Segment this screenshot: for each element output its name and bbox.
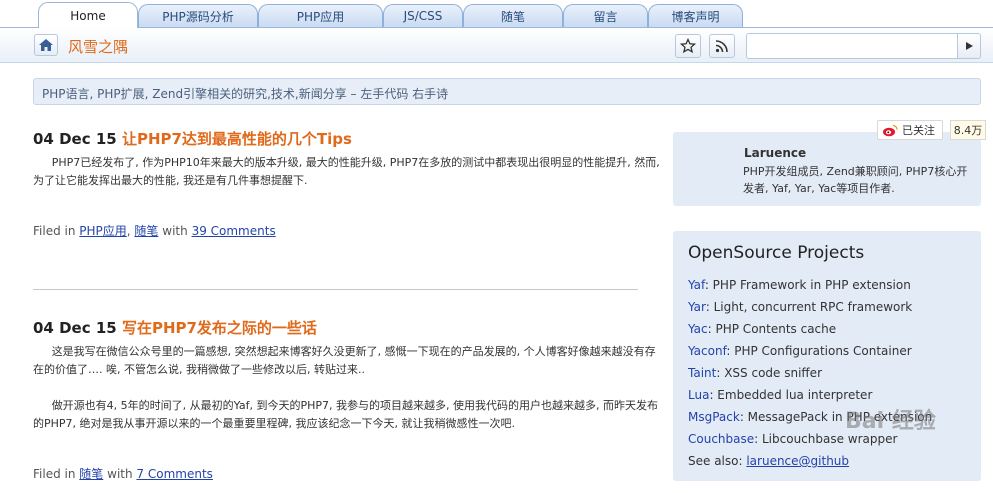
tab-label: PHP应用 [296,9,345,24]
top-nav-tabs: Home PHP源码分析 PHP应用 JS/CSS 随笔 留言 博客声明 [0,0,993,28]
header-bar: 风雪之隅 [0,27,993,63]
list-item: See also: laruence@github [688,450,978,472]
post-excerpt: 这是我写在微信公众号里的一篇感想, 突然想起来博客好久没更新了, 感慨一下现在的… [33,343,663,433]
author-name[interactable]: Laruence [744,146,806,160]
baidu-jingyan-watermark: Bai 经验 [845,409,936,434]
post-divider [33,289,638,290]
search-button[interactable] [957,33,981,59]
tab-label: Home [70,8,106,23]
tab-php-app[interactable]: PHP应用 [258,4,383,27]
bookmark-button[interactable] [675,34,701,58]
tab-blog-statement[interactable]: 博客声明 [648,4,743,27]
category-link[interactable]: 随笔 [134,224,158,238]
project-link[interactable]: Couchbase [688,432,754,446]
comments-link[interactable]: 7 Comments [136,467,213,481]
project-link[interactable]: Yar [688,300,706,314]
project-desc: : PHP Configurations Container [726,344,912,358]
list-item: Yar: Light, concurrent RPC framework [688,296,978,318]
post-title-link[interactable]: 写在PHP7发布之际的一些话 [122,319,317,337]
home-icon [39,39,53,51]
category-link[interactable]: 随笔 [79,467,103,481]
project-link[interactable]: Yaconf [688,344,726,358]
project-list: Yaf: PHP Framework in PHP extension Yar:… [688,274,978,472]
with-label: with [107,467,133,481]
tab-label: 留言 [593,9,618,24]
post-1: 04 Dec 15 让PHP7达到最高性能的几个Tips PHP7已经发布了, … [33,128,663,190]
post-1-meta: Filed in PHP应用, 随笔 with 39 Comments [33,224,276,238]
project-desc: : Embedded lua interpreter [709,388,873,402]
rss-icon [715,40,728,53]
project-desc: : Light, concurrent RPC framework [705,300,913,314]
filed-label: Filed in [33,467,76,481]
post-title-link[interactable]: 让PHP7达到最高性能的几个Tips [122,130,352,148]
star-icon [680,38,696,54]
home-button[interactable] [34,34,58,56]
project-link[interactable]: Taint [688,366,716,380]
site-tagline: PHP语言, PHP扩展, Zend引擎相关的研究,技术,新闻分享 – 左手代码… [33,78,981,105]
category-link[interactable]: PHP应用 [79,224,127,238]
weibo-follow-button[interactable]: 已关注 [877,120,943,140]
filed-label: Filed in [33,224,76,238]
section-title: OpenSource Projects [688,243,865,263]
tab-home[interactable]: Home [38,2,138,28]
list-item: Yac: PHP Contents cache [688,318,978,340]
post-paragraph: PHP7已经发布了, 作为PHP10年来最大的版本升级, 最大的性能升级, PH… [33,156,660,187]
project-desc: : PHP Framework in PHP extension [704,278,911,292]
github-link[interactable]: laruence@github [746,454,849,468]
post-2: 04 Dec 15 写在PHP7发布之际的一些话 这是我写在微信公众号里的一篇感… [33,317,663,433]
tab-label: PHP源码分析 [162,9,234,24]
project-link[interactable]: MsgPack [688,410,740,424]
post-paragraph: 这是我写在微信公众号里的一篇感想, 突然想起来博客好久没更新了, 感慨一下现在的… [33,345,656,376]
weibo-follower-count: 8.4万 [950,120,986,140]
weibo-follow-label: 已关注 [902,124,935,137]
project-link[interactable]: Yaf [688,278,705,292]
site-title[interactable]: 风雪之隅 [68,36,128,57]
tab-guestbook[interactable]: 留言 [563,4,648,27]
author-description: PHP开发组成员, Zend兼职顾问, PHP7核心开发者, Yaf, Yar,… [743,165,968,195]
play-arrow-icon [966,42,973,50]
opensource-projects: OpenSource Projects Yaf: PHP Framework i… [673,231,981,481]
post-title: 04 Dec 15 写在PHP7发布之际的一些话 [33,317,663,338]
rss-button[interactable] [709,34,735,58]
author-profile: Laruence PHP开发组成员, Zend兼职顾问, PHP7核心开发者, … [673,132,981,206]
post-paragraph: 做开源也有4, 5年的时间了, 从最初的Yaf, 到今天的PHP7, 我参与的项… [33,399,658,430]
tab-php-source[interactable]: PHP源码分析 [138,4,258,27]
project-link[interactable]: Yac [688,322,708,336]
list-item: Taint: XSS code sniffer [688,362,978,384]
tab-label: JS/CSS [403,9,443,23]
comments-link[interactable]: 39 Comments [192,224,276,238]
project-link[interactable]: Lua [688,388,709,402]
post-2-meta: Filed in 随笔 with 7 Comments [33,465,213,482]
search-input[interactable] [746,33,958,59]
post-title: 04 Dec 15 让PHP7达到最高性能的几个Tips [33,128,663,149]
tab-essays[interactable]: 随笔 [463,4,563,27]
project-desc: : PHP Contents cache [707,322,837,336]
tab-js-css[interactable]: JS/CSS [383,4,463,27]
see-also-label: See also: [688,454,747,468]
post-date: 04 Dec 15 [33,130,117,148]
list-item: Yaconf: PHP Configurations Container [688,340,978,362]
project-desc: : XSS code sniffer [716,366,822,380]
tab-label: 博客声明 [671,9,720,24]
with-label: with [162,224,188,238]
tab-label: 随笔 [500,9,525,24]
weibo-icon [883,124,898,136]
list-item: Yaf: PHP Framework in PHP extension [688,274,978,296]
post-excerpt: PHP7已经发布了, 作为PHP10年来最大的版本升级, 最大的性能升级, PH… [33,154,663,190]
post-date: 04 Dec 15 [33,319,117,337]
